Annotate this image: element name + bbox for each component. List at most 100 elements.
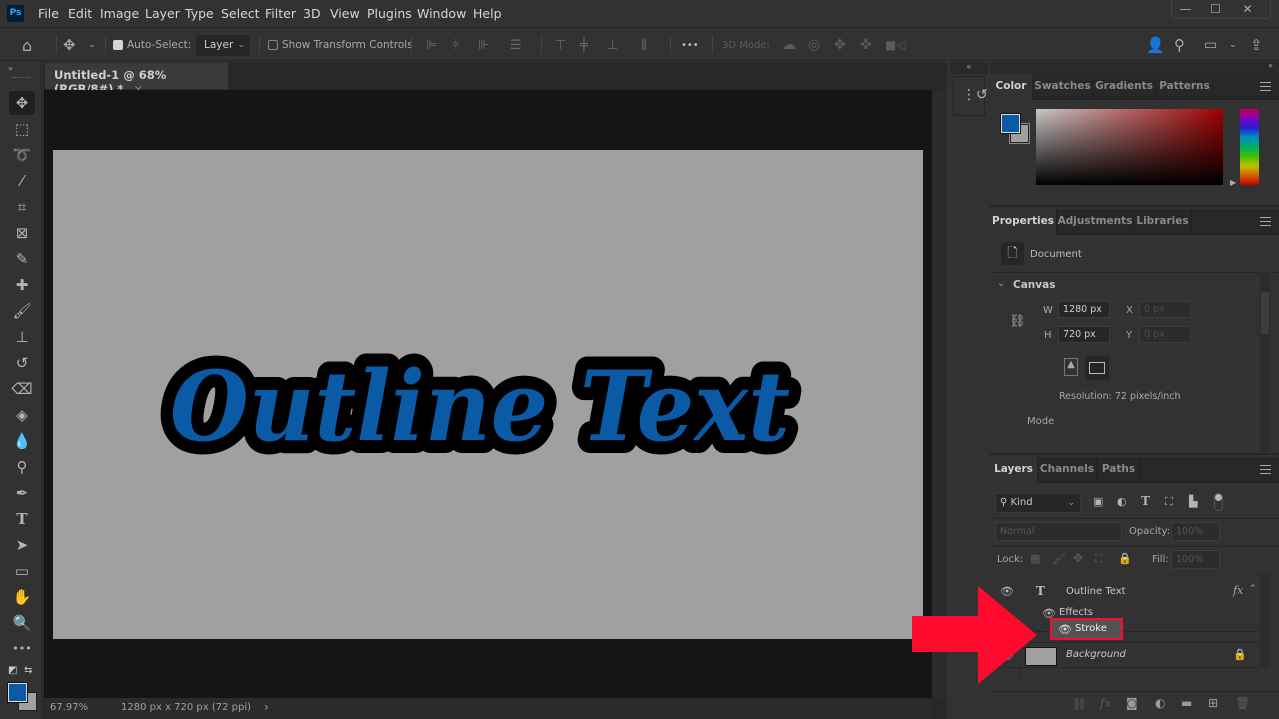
more-tools-icon[interactable]: ••• <box>9 637 35 661</box>
align-bottom-icon[interactable]: ⊥ <box>607 29 618 61</box>
filter-adjustment-icon[interactable]: ◐ <box>1117 495 1127 508</box>
expand-toolbar-icon[interactable]: » <box>8 64 13 73</box>
menu-filter[interactable]: Filter <box>265 6 296 21</box>
history-panel-button[interactable]: ⋮↺ <box>953 76 988 116</box>
home-icon[interactable]: ⌂ <box>22 29 32 61</box>
auto-select-checkbox[interactable]: Auto-Select: <box>113 29 191 61</box>
menu-type[interactable]: Type <box>185 6 214 21</box>
auto-select-target-dropdown[interactable]: Layer ⌄ <box>196 35 250 56</box>
frame-tool[interactable]: ⊠ <box>9 221 35 245</box>
clone-stamp-tool[interactable]: ⊥ <box>9 325 35 349</box>
expand-panels-icon[interactable]: » <box>1268 61 1273 70</box>
lock-transparency-icon[interactable]: ▦ <box>1030 552 1040 565</box>
menu-help[interactable]: Help <box>473 6 502 21</box>
menu-3d[interactable]: 3D <box>303 6 321 21</box>
magic-wand-tool[interactable]: ⁄ <box>9 169 35 193</box>
new-group-icon[interactable]: ▬ <box>1181 696 1192 710</box>
distribute-horizontal-icon[interactable]: ⫼ <box>641 29 647 61</box>
properties-scrollbar-thumb[interactable] <box>1261 292 1269 334</box>
add-mask-icon[interactable]: ◙ <box>1126 696 1138 710</box>
canvas-x-input[interactable]: 0 px <box>1139 301 1191 318</box>
zoom-level[interactable]: 67.97% <box>50 702 88 713</box>
properties-scrollbar[interactable] <box>1260 272 1270 452</box>
zoom-tool[interactable]: 🔍 <box>9 611 35 635</box>
search-icon[interactable]: ⚲ <box>1174 29 1185 61</box>
close-button[interactable]: ✕ <box>1234 0 1261 18</box>
menu-view[interactable]: View <box>330 6 360 21</box>
menu-select[interactable]: Select <box>221 6 260 21</box>
menu-edit[interactable]: Edit <box>68 6 92 21</box>
show-transform-checkbox[interactable]: Show Transform Controls <box>268 29 413 61</box>
lock-pixels-icon[interactable]: 🖌 <box>1052 552 1066 565</box>
tab-swatches[interactable]: Swatches <box>1033 74 1093 100</box>
filter-smart-object-icon[interactable]: ▙ <box>1189 495 1197 508</box>
align-top-icon[interactable]: ⊤ <box>555 29 566 61</box>
align-right-icon[interactable]: ⊪ <box>478 29 489 61</box>
tab-gradients[interactable]: Gradients <box>1093 74 1156 100</box>
hue-slider[interactable] <box>1240 109 1259 185</box>
link-dimensions-icon[interactable]: ⛓ <box>1009 314 1026 329</box>
color-picker-field[interactable] <box>1036 109 1223 185</box>
align-middle-icon[interactable]: ╪ <box>580 29 588 61</box>
collapse-panels-icon[interactable]: « <box>950 62 988 74</box>
panel-menu-icon[interactable] <box>1260 82 1271 91</box>
crop-tool[interactable]: ⌗ <box>9 195 35 219</box>
rectangle-tool[interactable]: ▭ <box>9 559 35 583</box>
chevron-down-icon[interactable]: ⌄ <box>88 29 96 61</box>
link-layers-icon[interactable]: ⛓ <box>1072 697 1087 711</box>
landscape-orientation-button[interactable] <box>1085 356 1109 380</box>
move-tool[interactable]: ✥ <box>9 91 35 115</box>
layer-effects-fx-icon[interactable]: fx <box>1233 584 1243 597</box>
tab-layers[interactable]: Layers <box>990 457 1038 483</box>
fill-input[interactable]: 100% <box>1171 550 1220 569</box>
add-layer-style-icon[interactable]: fx <box>1100 696 1111 710</box>
delete-layer-icon[interactable]: 🗑 <box>1235 696 1250 710</box>
new-layer-icon[interactable]: ⊞ <box>1208 696 1218 710</box>
move-tool-icon[interactable]: ✥ <box>63 29 76 61</box>
new-adjustment-layer-icon[interactable]: ◐ <box>1155 696 1165 710</box>
drag-handle[interactable] <box>12 77 30 79</box>
history-brush-tool[interactable]: ↺ <box>9 351 35 375</box>
panel-menu-icon[interactable] <box>1260 465 1271 474</box>
stroke-visibility-eye-icon[interactable]: 👁 <box>1058 623 1072 636</box>
maximize-button[interactable]: ☐ <box>1202 0 1229 18</box>
3d-roll-icon[interactable]: ◎ <box>808 29 820 61</box>
dodge-tool[interactable]: ⚲ <box>9 455 35 479</box>
portrait-orientation-button[interactable]: ▲ <box>1064 358 1078 376</box>
healing-brush-tool[interactable]: ✚ <box>9 273 35 297</box>
blend-mode-dropdown[interactable]: Normal <box>995 522 1122 541</box>
filter-shape-icon[interactable]: ⛶ <box>1165 495 1173 509</box>
minimize-button[interactable]: — <box>1172 0 1199 18</box>
tab-libraries[interactable]: Libraries <box>1134 209 1192 235</box>
workspace-chevron-icon[interactable]: ⌄ <box>1229 29 1237 61</box>
foreground-color-swatch[interactable] <box>7 682 28 703</box>
tab-paths[interactable]: Paths <box>1097 457 1141 483</box>
share-user-icon[interactable]: 👤 <box>1146 29 1165 61</box>
swap-colors-icon[interactable]: ⇆ <box>24 665 32 676</box>
lock-position-icon[interactable]: ✥ <box>1073 551 1083 565</box>
tab-adjustments[interactable]: Adjustments <box>1057 209 1134 235</box>
canvas-collapse-chevron-icon[interactable]: ⌄ <box>997 278 1005 289</box>
canvas[interactable]: Outline Text Outline Text <box>53 150 923 639</box>
menu-layer[interactable]: Layer <box>145 6 180 21</box>
paint-bucket-tool[interactable]: ◈ <box>9 403 35 427</box>
canvas-height-input[interactable]: 720 px <box>1058 326 1110 343</box>
panel-menu-icon[interactable] <box>1260 217 1271 226</box>
eraser-tool[interactable]: ⌫ <box>9 377 35 401</box>
more-options-button[interactable]: ••• <box>681 29 699 61</box>
marquee-tool[interactable]: ⬚ <box>9 117 35 141</box>
brush-tool[interactable]: 🖌 <box>9 299 35 323</box>
lasso-tool[interactable]: ➰ <box>9 143 35 167</box>
color-panel-foreground-swatch[interactable] <box>1000 113 1021 134</box>
opacity-input[interactable]: 100% <box>1171 522 1220 541</box>
eyedropper-tool[interactable]: ✎ <box>9 247 35 271</box>
share-icon[interactable]: ⇪ <box>1250 29 1263 61</box>
document-tab[interactable]: Untitled-1 @ 68% (RGB/8#) * × <box>45 63 228 96</box>
menu-plugins[interactable]: Plugins <box>367 6 412 21</box>
align-center-icon[interactable]: ⫩ <box>452 29 459 61</box>
workspace-icon[interactable]: ▭ <box>1204 29 1217 61</box>
blur-tool[interactable]: 💧 <box>9 429 35 453</box>
tab-color[interactable]: Color <box>990 74 1033 100</box>
menu-window[interactable]: Window <box>417 6 466 21</box>
collapse-effects-chevron-icon[interactable]: ⌃ <box>1249 584 1257 594</box>
